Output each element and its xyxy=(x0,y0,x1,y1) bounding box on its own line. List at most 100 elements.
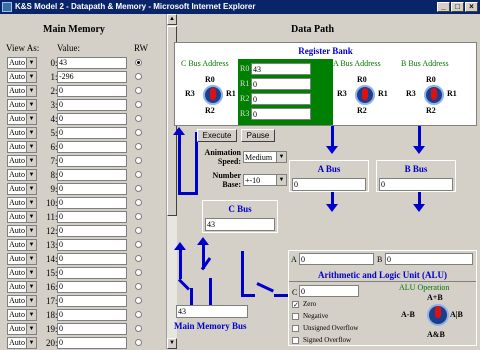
view-as-select[interactable]: Auto ▼ xyxy=(7,141,37,153)
memory-value-input[interactable]: 0 xyxy=(57,295,127,307)
rw-radio[interactable] xyxy=(135,171,142,178)
b-bus-value[interactable]: 0 xyxy=(379,178,453,191)
chevron-down-icon[interactable]: ▼ xyxy=(26,282,36,292)
rw-radio[interactable] xyxy=(135,283,142,290)
memory-value-input[interactable]: 0 xyxy=(57,253,127,265)
rw-radio[interactable] xyxy=(135,213,142,220)
alu-operation-knob[interactable]: A+B A-B A|B A&B xyxy=(401,293,469,343)
memory-value-input[interactable]: 0 xyxy=(57,337,127,349)
animation-speed-select[interactable]: Medium ▼ xyxy=(243,151,287,163)
minimize-button[interactable]: _ xyxy=(437,2,450,12)
b-bus-address-knob[interactable]: R0 R3 R1 R2 xyxy=(406,73,466,121)
flag-checkbox[interactable]: ✓ xyxy=(292,301,299,309)
c-bus-value[interactable]: 43 xyxy=(205,218,275,231)
chevron-down-icon[interactable]: ▼ xyxy=(26,212,36,222)
rw-radio[interactable] xyxy=(135,269,142,276)
dial-icon[interactable] xyxy=(203,85,223,105)
c-bus-address-knob[interactable]: R0 R3 R1 R2 xyxy=(185,73,245,121)
chevron-down-icon[interactable]: ▼ xyxy=(26,268,36,278)
chevron-down-icon[interactable]: ▼ xyxy=(276,152,286,162)
memory-value-input[interactable]: 43 xyxy=(57,57,127,69)
chevron-down-icon[interactable]: ▼ xyxy=(26,142,36,152)
memory-value-input[interactable]: 0 xyxy=(57,211,127,223)
chevron-down-icon[interactable]: ▼ xyxy=(26,58,36,68)
view-as-select[interactable]: Auto ▼ xyxy=(7,267,37,279)
rw-radio[interactable] xyxy=(135,227,142,234)
chevron-down-icon[interactable]: ▼ xyxy=(26,72,36,82)
memory-value-input[interactable]: -296 xyxy=(57,71,127,83)
rw-radio[interactable] xyxy=(135,241,142,248)
rw-radio[interactable] xyxy=(135,339,142,346)
view-as-select[interactable]: Auto ▼ xyxy=(7,211,37,223)
memory-value-input[interactable]: 0 xyxy=(57,239,127,251)
view-as-select[interactable]: Auto ▼ xyxy=(7,281,37,293)
memory-value-input[interactable]: 0 xyxy=(57,99,127,111)
rw-radio[interactable] xyxy=(135,101,142,108)
close-button[interactable]: × xyxy=(465,2,478,12)
flag-checkbox[interactable] xyxy=(292,313,299,320)
chevron-down-icon[interactable]: ▼ xyxy=(26,128,36,138)
flag-checkbox[interactable] xyxy=(292,325,299,332)
alu-b-input[interactable]: 0 xyxy=(385,253,473,265)
rw-radio[interactable] xyxy=(135,59,142,66)
number-base-select[interactable]: +-10 ▼ xyxy=(243,174,287,186)
view-as-select[interactable]: Auto ▼ xyxy=(7,113,37,125)
view-as-select[interactable]: Auto ▼ xyxy=(7,239,37,251)
rw-radio[interactable] xyxy=(135,129,142,136)
view-as-select[interactable]: Auto ▼ xyxy=(7,155,37,167)
memory-value-input[interactable]: 0 xyxy=(57,127,127,139)
memory-value-input[interactable]: 0 xyxy=(57,155,127,167)
view-as-select[interactable]: Auto ▼ xyxy=(7,71,37,83)
memory-value-input[interactable]: 0 xyxy=(57,113,127,125)
view-as-select[interactable]: Auto ▼ xyxy=(7,309,37,321)
memory-value-input[interactable]: 0 xyxy=(57,323,127,335)
chevron-down-icon[interactable]: ▼ xyxy=(26,310,36,320)
view-as-select[interactable]: Auto ▼ xyxy=(7,197,37,209)
a-bus-value[interactable]: 0 xyxy=(292,178,366,191)
rw-radio[interactable] xyxy=(135,115,142,122)
rw-radio[interactable] xyxy=(135,297,142,304)
execute-button[interactable]: Execute xyxy=(197,129,237,142)
chevron-down-icon[interactable]: ▼ xyxy=(26,226,36,236)
pause-button[interactable]: Pause xyxy=(241,129,275,142)
chevron-down-icon[interactable]: ▼ xyxy=(26,198,36,208)
rw-radio[interactable] xyxy=(135,311,142,318)
chevron-down-icon[interactable]: ▼ xyxy=(26,254,36,264)
view-as-select[interactable]: Auto ▼ xyxy=(7,295,37,307)
register-value-input[interactable]: 0 xyxy=(251,78,311,90)
view-as-select[interactable]: Auto ▼ xyxy=(7,323,37,335)
maximize-button[interactable]: □ xyxy=(451,2,464,12)
chevron-down-icon[interactable]: ▼ xyxy=(26,156,36,166)
a-bus-address-knob[interactable]: R0 R3 R1 R2 xyxy=(337,73,397,121)
rw-radio[interactable] xyxy=(135,157,142,164)
dial-icon[interactable] xyxy=(355,85,375,105)
register-value-input[interactable]: 0 xyxy=(251,108,311,120)
chevron-down-icon[interactable]: ▼ xyxy=(26,86,36,96)
register-value-input[interactable]: 0 xyxy=(251,93,311,105)
view-as-select[interactable]: Auto ▼ xyxy=(7,99,37,111)
memory-value-input[interactable]: 0 xyxy=(57,309,127,321)
chevron-down-icon[interactable]: ▼ xyxy=(26,296,36,306)
alu-c-input[interactable]: 0 xyxy=(299,285,359,297)
rw-radio[interactable] xyxy=(135,325,142,332)
rw-radio[interactable] xyxy=(135,143,142,150)
memory-value-input[interactable]: 0 xyxy=(57,183,127,195)
chevron-down-icon[interactable]: ▼ xyxy=(26,338,36,348)
flag-checkbox[interactable] xyxy=(292,337,299,344)
chevron-down-icon[interactable]: ▼ xyxy=(276,175,286,185)
rw-radio[interactable] xyxy=(135,87,142,94)
memory-value-input[interactable]: 0 xyxy=(57,281,127,293)
rw-radio[interactable] xyxy=(135,73,142,80)
chevron-down-icon[interactable]: ▼ xyxy=(26,240,36,250)
view-as-select[interactable]: Auto ▼ xyxy=(7,85,37,97)
alu-a-input[interactable]: 0 xyxy=(299,253,374,265)
view-as-select[interactable]: Auto ▼ xyxy=(7,169,37,181)
chevron-down-icon[interactable]: ▼ xyxy=(26,114,36,124)
memory-value-input[interactable]: 0 xyxy=(57,267,127,279)
memory-value-input[interactable]: 0 xyxy=(57,141,127,153)
chevron-down-icon[interactable]: ▼ xyxy=(26,324,36,334)
register-value-input[interactable]: 43 xyxy=(251,63,311,75)
memory-value-input[interactable]: 0 xyxy=(57,85,127,97)
chevron-down-icon[interactable]: ▼ xyxy=(26,184,36,194)
chevron-down-icon[interactable]: ▼ xyxy=(26,170,36,180)
